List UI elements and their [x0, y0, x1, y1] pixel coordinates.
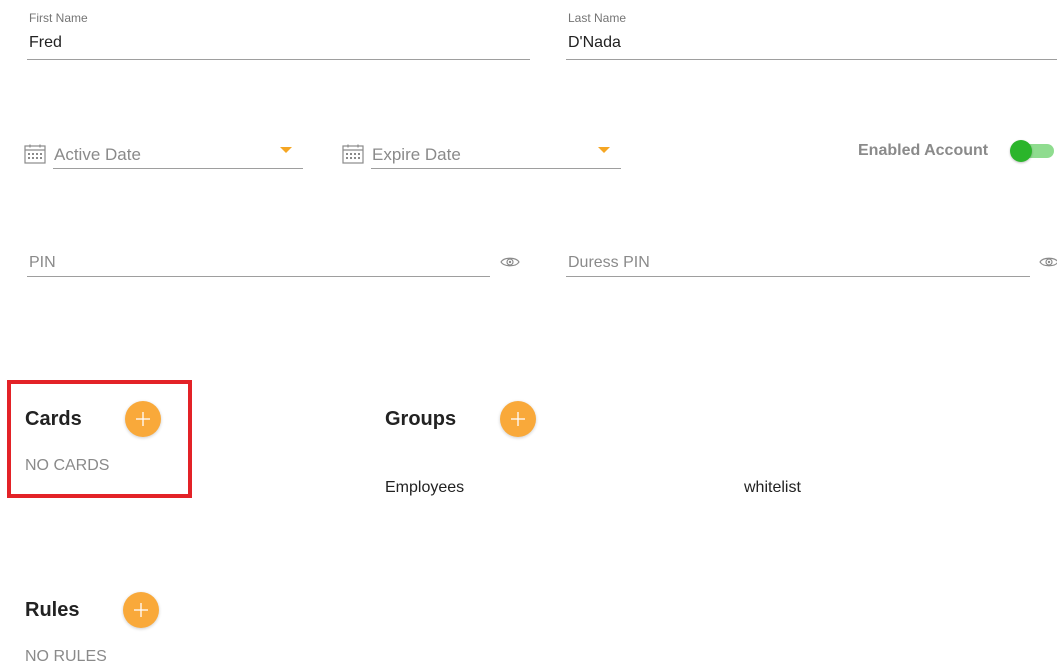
expire-date-dropdown-icon[interactable]	[598, 147, 610, 153]
active-date-underline	[53, 168, 303, 169]
plus-icon	[511, 412, 525, 426]
active-date-picker[interactable]: Active Date	[53, 138, 303, 169]
expire-date-underline	[371, 168, 621, 169]
group-item-employees[interactable]: Employees	[385, 478, 464, 498]
cards-empty-text: NO CARDS	[25, 457, 110, 474]
add-card-button[interactable]	[125, 401, 161, 437]
active-date-dropdown-icon[interactable]	[280, 147, 292, 153]
rules-title: Rules	[25, 599, 80, 621]
cards-title: Cards	[25, 408, 82, 430]
pin-field[interactable]: PIN	[27, 250, 490, 277]
eye-icon[interactable]	[500, 255, 520, 269]
last-name-field[interactable]: Last Name D'Nada	[566, 9, 1057, 61]
toggle-thumb	[1010, 140, 1032, 162]
eye-icon[interactable]	[1039, 255, 1057, 269]
duress-pin-field[interactable]: Duress PIN	[566, 250, 1030, 277]
first-name-underline	[27, 59, 530, 60]
plus-icon	[136, 412, 150, 426]
last-name-underline	[566, 59, 1057, 60]
expire-date-picker[interactable]: Expire Date	[371, 138, 621, 169]
add-rule-button[interactable]	[123, 592, 159, 628]
enabled-account-label: Enabled Account	[858, 142, 989, 159]
duress-pin-placeholder: Duress PIN	[568, 254, 650, 271]
group-item-whitelist[interactable]: whitelist	[744, 478, 801, 498]
enabled-account-toggle[interactable]	[1010, 138, 1056, 164]
active-date-placeholder: Active Date	[54, 145, 141, 164]
add-group-button[interactable]	[500, 401, 536, 437]
groups-title: Groups	[385, 408, 457, 430]
cards-highlight-box	[7, 380, 192, 498]
calendar-icon[interactable]	[24, 144, 46, 164]
pin-underline	[27, 276, 490, 277]
first-name-value[interactable]: Fred	[29, 33, 62, 53]
last-name-label: Last Name	[568, 11, 627, 25]
first-name-field[interactable]: First Name Fred	[27, 9, 530, 61]
first-name-label: First Name	[29, 11, 88, 25]
calendar-icon[interactable]	[342, 144, 364, 164]
rules-empty-text: NO RULES	[25, 648, 107, 665]
plus-icon	[134, 603, 148, 617]
pin-placeholder: PIN	[29, 254, 56, 271]
expire-date-placeholder: Expire Date	[372, 145, 461, 164]
duress-pin-underline	[566, 276, 1030, 277]
last-name-value[interactable]: D'Nada	[568, 33, 621, 53]
